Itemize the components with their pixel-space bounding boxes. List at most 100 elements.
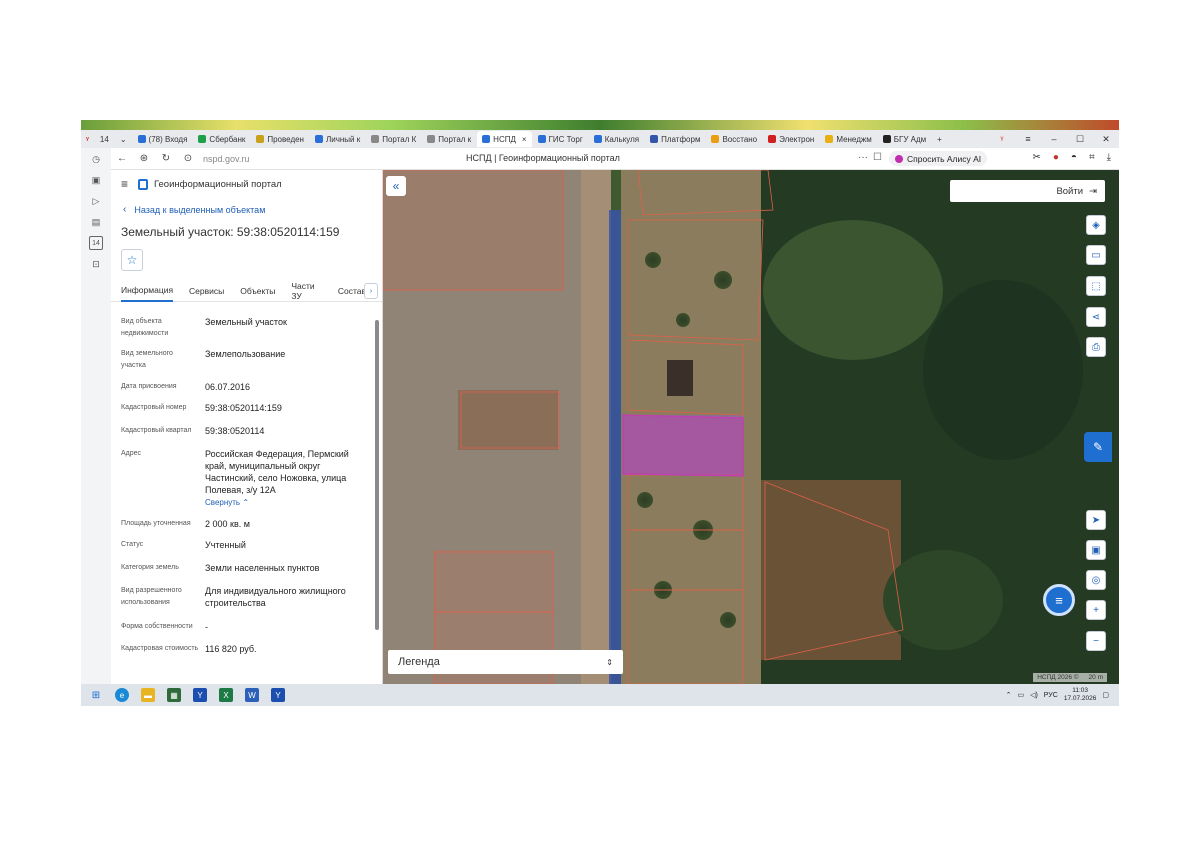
extension-red-icon[interactable]: ● (1053, 152, 1059, 163)
back-link[interactable]: ‹ Назад к выделенным объектам (111, 204, 382, 215)
maximize-button[interactable]: ☐ (1067, 134, 1093, 145)
reload-icon[interactable]: ↻ (155, 153, 177, 164)
collections-icon[interactable]: ▣ (89, 173, 103, 187)
browser-tab[interactable]: НСПД × (477, 131, 532, 147)
attribute-label: Вид объекта недвижимости (121, 318, 169, 337)
tab-label: Платформ (661, 134, 701, 144)
tray-chevron-icon[interactable]: ⌃ (1006, 691, 1012, 699)
windows-taskbar: ⊞ e ▬ ▦ Y X W Y ⌃ ▭ ◁) РУС 11:03 17.07.2… (81, 684, 1119, 706)
url-field[interactable]: nspd.gov.ru (203, 154, 249, 164)
tab-counter[interactable]: 14 (95, 131, 114, 147)
word-icon[interactable]: W (245, 688, 259, 702)
browser-tab[interactable]: Портал К (366, 131, 421, 147)
yandex-browser-active-icon[interactable]: Y (271, 688, 285, 702)
clock[interactable]: 11:03 17.07.2026 (1064, 687, 1097, 703)
tab-label: Калькуля (604, 134, 640, 144)
attribute-value: 06.07.2016 (205, 382, 251, 392)
play-icon[interactable]: ▷ (89, 194, 103, 208)
zoom-in-button[interactable]: + (1086, 600, 1106, 620)
volume-icon[interactable]: ◁) (1030, 691, 1038, 699)
print-icon[interactable]: ⎙ (1086, 337, 1106, 357)
back-label: Назад к выделенным объектам (134, 204, 266, 215)
browser-tab[interactable]: (78) Входя (133, 131, 193, 147)
alisa-label: Спросить Алису AI (907, 153, 982, 164)
chat-icon[interactable]: ≡ (1043, 584, 1075, 616)
share-icon[interactable]: ⋖ (1086, 307, 1106, 327)
new-tab-button[interactable]: + (932, 131, 947, 147)
browser-tab[interactable]: БГУ Адм (878, 131, 931, 147)
panel-header: ≡ Геоинформационный портал (111, 170, 382, 198)
tab-info[interactable]: Информация (121, 280, 174, 302)
tab-composition[interactable]: Состав (338, 280, 366, 302)
ruler-icon[interactable]: ▭ (1086, 245, 1106, 265)
extension-puzzle-icon[interactable]: ⌗ (1089, 152, 1095, 163)
tab-parts[interactable]: Части ЗУ (291, 280, 322, 302)
attribute-value: Учтенный (205, 540, 246, 550)
bookmark-icon[interactable]: ☐ (873, 152, 882, 163)
tab-favicon-icon (314, 135, 323, 143)
network-icon[interactable]: ▭ (1017, 691, 1024, 699)
panel-scrollbar[interactable] (375, 320, 379, 630)
alisa-button[interactable]: Спросить Алису AI (889, 151, 988, 166)
tab-label: Портал К (382, 134, 417, 144)
back-icon[interactable]: ← (111, 153, 133, 164)
menu-icon[interactable]: ≡ (1015, 134, 1041, 144)
notifications-icon[interactable]: ▢ (1102, 691, 1109, 699)
tab-objects[interactable]: Объекты (240, 280, 275, 302)
attribute-label: Кадастровый квартал (121, 427, 192, 434)
download-icon[interactable]: ⤓ (1107, 152, 1111, 163)
collapse-link[interactable]: Свернуть ⌃ (205, 498, 249, 507)
favorite-star-button[interactable]: ☆ (121, 249, 143, 271)
browser-logo-icon[interactable]: ᵞ (81, 131, 94, 147)
reader-icon[interactable]: ⊛ (133, 153, 155, 164)
explorer-icon[interactable]: ▬ (141, 688, 155, 702)
browser-tab[interactable]: ГИС Торг (533, 131, 588, 147)
legend-dropdown[interactable]: Легенда ⇕ (388, 650, 623, 674)
login-button[interactable]: Войти ⇥ (950, 180, 1105, 202)
tab-list-chevron-icon[interactable]: ⌄ (115, 131, 132, 147)
yandex-browser-icon[interactable]: Y (193, 688, 207, 702)
select-area-icon[interactable]: ⬚ (1086, 276, 1106, 296)
collapse-panel-button[interactable]: « (386, 176, 406, 196)
browser-logo-small-icon[interactable]: ᵞ (989, 134, 1015, 144)
browser-tab[interactable]: Калькуля (589, 131, 644, 147)
excel-icon[interactable]: X (219, 688, 233, 702)
basemap-icon[interactable]: ▣ (1086, 540, 1106, 560)
calendar-app-icon[interactable]: ▦ (167, 688, 181, 702)
tab-label: Электрон (779, 134, 815, 144)
close-tab-icon[interactable]: × (522, 135, 527, 144)
browser-tab[interactable]: Восстано (706, 131, 762, 147)
geolocation-icon[interactable]: ◎ (1086, 570, 1106, 590)
notes-icon[interactable]: ▤ (89, 215, 103, 229)
browser-tab[interactable]: Платформ (645, 131, 705, 147)
extension-x-icon[interactable]: ✂ (1032, 152, 1040, 163)
browser-tab[interactable]: Электрон (763, 131, 819, 147)
tabs-scroll-right-button[interactable]: › (364, 283, 378, 299)
attribute-label: Статус (121, 541, 144, 548)
minimize-button[interactable]: – (1041, 134, 1067, 144)
tab-services[interactable]: Сервисы (189, 280, 224, 302)
browser-tab[interactable]: Портал к (422, 131, 476, 147)
history-icon[interactable]: ◷ (89, 152, 103, 166)
navigate-icon[interactable]: ➤ (1086, 510, 1106, 530)
browser-tab[interactable]: Сбербанк (193, 131, 250, 147)
scale-bar: 20 m (1088, 674, 1103, 681)
more-button[interactable]: ··· (858, 152, 868, 163)
services-tab-icon[interactable]: ✎ (1084, 432, 1112, 462)
zoom-out-button[interactable]: − (1086, 631, 1106, 651)
browser-tab[interactable]: Проведен (251, 131, 309, 147)
layers-icon[interactable]: ◈ (1086, 215, 1106, 235)
language-indicator[interactable]: РУС (1044, 692, 1058, 699)
media-icon[interactable]: ⊡ (89, 257, 103, 271)
attribute-value: 116 820 руб. (205, 644, 257, 654)
browser-tab[interactable]: Менеджм (820, 131, 876, 147)
calendar-badge[interactable]: 14 (89, 236, 103, 250)
attribute-label: Кадастровая стоимость (121, 645, 199, 652)
extension-hat-icon[interactable]: ◓ (1071, 152, 1077, 163)
browser-tab[interactable]: Личный к (310, 131, 365, 147)
start-icon[interactable]: ⊞ (89, 688, 103, 702)
close-window-button[interactable]: ✕ (1093, 134, 1119, 145)
satellite-map[interactable]: « Войти ⇥ ◈ ▭ ⬚ ⋖ ⎙ ✎ ➤ ▣ ◎ ≡ + − Легенд… (383, 170, 1119, 684)
edge-icon[interactable]: e (115, 688, 129, 702)
burger-menu-icon[interactable]: ≡ (121, 177, 128, 191)
